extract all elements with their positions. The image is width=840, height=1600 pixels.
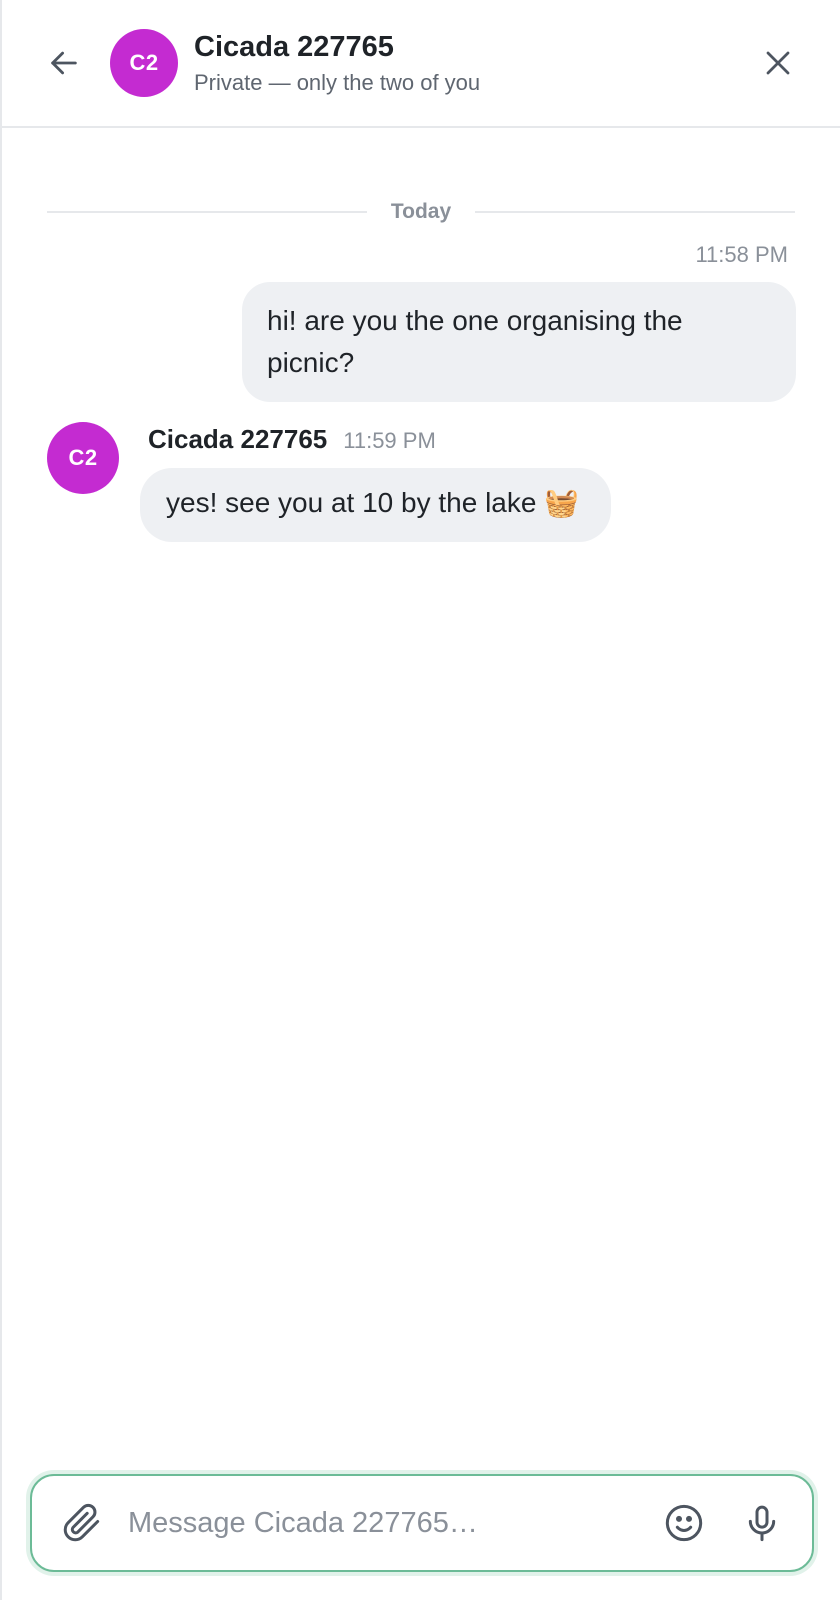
back-button[interactable] [42,41,86,85]
chat-window: C2 Cicada 227765 Private — only the two … [0,0,840,1600]
sender-avatar-initials: C2 [68,445,98,470]
contact-name: Cicada 227765 [194,31,394,63]
received-message-bubble[interactable]: yes! see you at 10 by the lake 🧺 [140,468,612,542]
sent-message-bubble[interactable]: hi! are you the one organising the picni… [242,282,796,402]
message-composer [30,1474,814,1572]
sent-message-time: 11:58 PM [695,242,788,267]
paperclip-icon [63,1503,100,1542]
message-input[interactable] [128,1506,638,1540]
divider-line-right [475,211,796,213]
voice-button[interactable] [738,1499,786,1547]
microphone-icon [748,1505,776,1542]
sender-name: Cicada 227765 [148,424,328,454]
chat-header: C2 Cicada 227765 Private — only the two … [2,0,840,128]
arrow-left-icon [51,51,77,75]
date-divider-label: Today [390,200,452,223]
close-button[interactable] [756,41,800,85]
received-message-meta: Cicada 227765 11:59 PM [148,424,436,455]
attach-button[interactable] [58,1499,106,1547]
contact-avatar[interactable]: C2 [110,29,178,97]
divider-line-left [47,211,367,213]
close-icon [766,51,790,75]
emoji-button[interactable] [660,1499,708,1547]
message-list[interactable]: Today 11:58 PM hi! are you the one organ… [2,130,840,1460]
date-divider: Today [47,200,796,224]
privacy-subtitle: Private — only the two of you [194,70,481,95]
received-message-time: 11:59 PM [343,428,436,453]
smiley-icon [665,1504,703,1542]
contact-avatar-initials: C2 [129,50,159,75]
contact-info: Cicada 227765 Private — only the two of … [194,29,756,97]
sender-avatar[interactable]: C2 [47,422,119,494]
